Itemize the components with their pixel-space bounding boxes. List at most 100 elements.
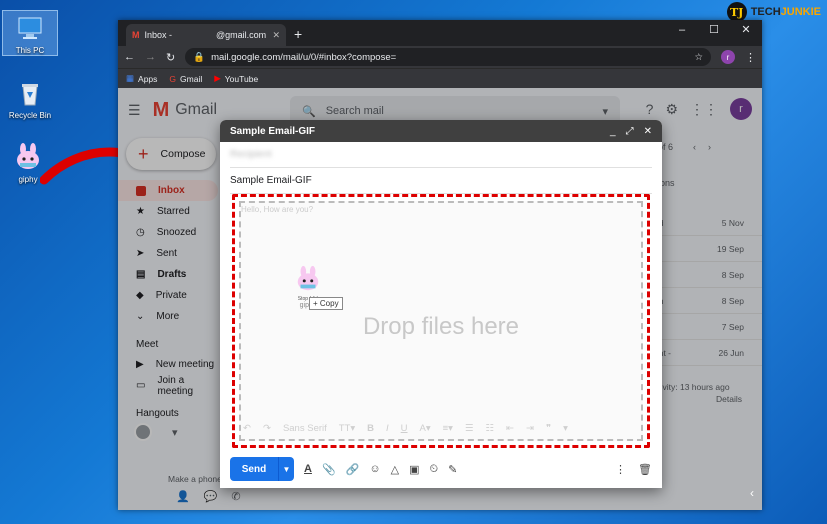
signature-icon[interactable]: ✎: [448, 463, 457, 476]
confidential-mode-icon[interactable]: ⏲: [429, 463, 438, 476]
close-window-button[interactable]: ✕: [730, 20, 762, 40]
gmail-logo[interactable]: M Gmail: [153, 99, 217, 122]
hangouts-avatar[interactable]: [134, 423, 152, 441]
list-item[interactable]: ad5 Nov: [654, 210, 762, 236]
giphy-file-icon: [13, 142, 43, 172]
quote-icon[interactable]: ❞: [546, 423, 551, 434]
insert-photo-icon[interactable]: ▣: [409, 463, 419, 476]
close-compose-icon[interactable]: ✕: [644, 126, 652, 137]
star-icon: ★: [136, 206, 145, 217]
insert-link-icon[interactable]: 🔗: [346, 463, 360, 476]
nav-item-more[interactable]: ⌄ More: [118, 306, 218, 327]
send-options-dropdown-icon[interactable]: ▼: [278, 457, 294, 481]
details-link[interactable]: Details: [654, 394, 762, 404]
list-item[interactable]: en8 Sep: [654, 288, 762, 314]
bookmark-youtube[interactable]: ▶ YouTube: [214, 73, 258, 84]
settings-gear-icon[interactable]: ⚙: [665, 101, 678, 118]
recycle-bin-icon: [15, 78, 45, 108]
browser-menu-icon[interactable]: ⋮: [745, 51, 756, 64]
undo-icon[interactable]: ↶: [243, 423, 251, 434]
next-page-icon[interactable]: ›: [708, 142, 711, 152]
close-tab-icon[interactable]: ✕: [272, 30, 280, 41]
profile-avatar[interactable]: r: [721, 50, 735, 64]
subject-field[interactable]: Sample Email-GIF: [230, 168, 652, 194]
emoji-icon[interactable]: ☺: [369, 463, 380, 475]
gmail-m-icon: M: [152, 98, 170, 121]
desktop-icon-recycle-bin[interactable]: Recycle Bin: [2, 78, 58, 120]
back-arrow-icon[interactable]: ←: [124, 51, 135, 63]
font-select[interactable]: Sans Serif: [283, 423, 327, 434]
bookmark-gmail[interactable]: G Gmail: [169, 74, 202, 84]
list-item[interactable]: ant -26 Jun: [654, 340, 762, 366]
nav-item-drafts[interactable]: ▤ Drafts: [118, 264, 218, 285]
underline-icon[interactable]: U: [401, 423, 408, 434]
prev-page-icon[interactable]: ‹: [693, 142, 696, 152]
text-color-icon[interactable]: A▾: [420, 423, 431, 434]
new-meeting-item[interactable]: ▶ New meeting: [118, 354, 218, 375]
main-menu-icon[interactable]: ☰: [128, 102, 141, 119]
bookmarks-bar: ▦ Apps G Gmail ▶ YouTube: [118, 68, 762, 88]
search-options-icon[interactable]: ▾: [602, 105, 608, 118]
nav-item-private[interactable]: ◆ Private: [118, 285, 218, 306]
tab-title: Inbox -: [144, 30, 173, 40]
person-icon[interactable]: 👤: [176, 490, 190, 503]
tab-inbox[interactable]: M Inbox - @gmail.com ✕: [126, 24, 286, 46]
list-item[interactable]: te8 Sep: [654, 262, 762, 288]
drop-zone-highlight: Hello, How are you? Drop files here Stop…: [232, 194, 650, 448]
nav-item-starred[interactable]: ★ Starred: [118, 201, 218, 222]
phone-icon[interactable]: ✆: [231, 490, 240, 503]
indent-less-icon[interactable]: ⇤: [506, 423, 514, 434]
tray-chevron-icon[interactable]: ‹: [750, 486, 754, 500]
discard-draft-icon[interactable]: 🗑: [638, 463, 652, 476]
gmail-sidebar: + Compose Inbox ★ Starred ◷ Snoozed ➤ Sent …: [118, 138, 218, 441]
formatting-options-icon[interactable]: A: [304, 463, 312, 475]
maximize-window-button[interactable]: ☐: [698, 20, 730, 40]
google-drive-icon[interactable]: △: [391, 463, 399, 476]
attach-file-icon[interactable]: 📎: [322, 463, 336, 476]
minimize-compose-icon[interactable]: _: [610, 126, 616, 137]
chat-bubble-icon[interactable]: 💬: [204, 490, 218, 503]
desktop-icon-this-pc[interactable]: This PC: [2, 10, 58, 56]
redo-icon[interactable]: ↷: [263, 423, 271, 434]
recipients-field[interactable]: Recipient: [230, 142, 652, 168]
pagination: of 6 ‹ ›: [658, 142, 758, 152]
address-bar[interactable]: 🔒 mail.google.com/mail/u/0/#inbox?compos…: [185, 48, 711, 66]
indent-more-icon[interactable]: ⇥: [526, 423, 534, 434]
gmail-favicon-icon: M: [132, 30, 140, 40]
brand-suffix: JUNKIE: [780, 6, 821, 18]
techjunkie-logo: TJ TECHJUNKIE: [726, 2, 821, 22]
list-item[interactable]: tu7 Sep: [654, 314, 762, 340]
nav-item-inbox[interactable]: Inbox: [118, 180, 218, 201]
google-apps-icon[interactable]: ⋮⋮: [690, 101, 718, 118]
bulleted-list-icon[interactable]: ☷: [485, 423, 494, 434]
fullscreen-compose-icon[interactable]: ⤢: [626, 126, 634, 137]
drop-files-text: Drop files here: [362, 313, 520, 340]
bookmark-apps[interactable]: ▦ Apps: [126, 73, 157, 84]
nav-item-snoozed[interactable]: ◷ Snoozed: [118, 222, 218, 243]
list-item[interactable]: ts19 Sep: [654, 236, 762, 262]
send-button[interactable]: Send: [230, 457, 278, 481]
drop-zone[interactable]: Hello, How are you? Drop files here Stop…: [239, 201, 643, 441]
clock-icon: ◷: [136, 227, 145, 238]
numbered-list-icon[interactable]: ☰: [465, 423, 474, 434]
compose-button[interactable]: + Compose: [126, 138, 216, 170]
account-avatar[interactable]: r: [730, 98, 752, 120]
italic-icon[interactable]: I: [386, 423, 389, 434]
youtube-icon: ▶: [214, 73, 221, 83]
giphy-file-icon: [297, 265, 319, 291]
new-tab-button[interactable]: +: [294, 26, 302, 42]
body-placeholder: Hello, How are you?: [241, 205, 314, 214]
reload-icon[interactable]: ↻: [166, 51, 175, 64]
font-size-icon[interactable]: TT▾: [339, 423, 355, 434]
more-options-icon[interactable]: ⋮: [615, 463, 626, 476]
help-icon[interactable]: ?: [646, 101, 654, 117]
nav-item-sent[interactable]: ➤ Sent: [118, 243, 218, 264]
minimize-window-button[interactable]: –: [666, 20, 698, 40]
more-formatting-icon[interactable]: ▾: [563, 423, 568, 434]
align-icon[interactable]: ≡▾: [443, 423, 453, 434]
bold-icon[interactable]: B: [367, 423, 374, 434]
forward-arrow-icon[interactable]: →: [145, 51, 156, 63]
join-meeting-item[interactable]: ▭ Join a meeting: [118, 375, 218, 397]
hangouts-dropdown-icon[interactable]: ▾: [172, 426, 178, 439]
bookmark-star-icon[interactable]: ☆: [694, 52, 703, 63]
